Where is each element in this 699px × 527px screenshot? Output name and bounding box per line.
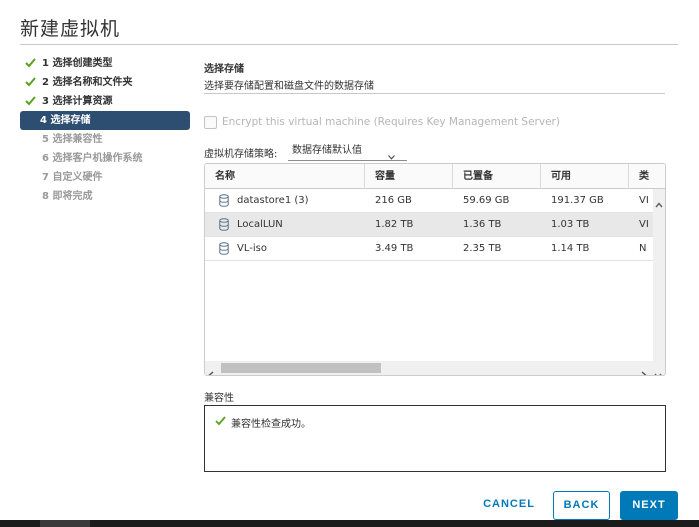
next-button[interactable]: NEXT	[620, 491, 678, 520]
cell-provisioned: 59.69 GB	[463, 195, 510, 206]
checkmark-icon	[25, 73, 37, 92]
scrollbar-thumb[interactable]	[221, 363, 381, 373]
checkmark-icon	[215, 416, 231, 429]
dialog-title: 新建虚拟机	[20, 18, 121, 40]
chevron-up-icon[interactable]	[655, 193, 663, 212]
cell-capacity: 1.82 TB	[375, 219, 414, 230]
horizontal-scrollbar[interactable]	[205, 361, 665, 375]
step-label: 5 选择兼容性	[42, 134, 103, 145]
cell-capacity: 216 GB	[375, 195, 412, 206]
step-ready-to-complete: 8 即将完成	[20, 187, 190, 206]
section-heading: 选择存储	[204, 64, 244, 75]
cell-provisioned: 1.36 TB	[463, 219, 502, 230]
column-header-name[interactable]: 名称	[205, 164, 365, 189]
title-divider	[20, 44, 678, 45]
cell-provisioned: 2.35 TB	[463, 243, 502, 254]
column-header-capacity[interactable]: 容量	[365, 164, 453, 189]
step-select-compatibility: 5 选择兼容性	[20, 130, 190, 149]
step-customize-hardware: 7 自定义硬件	[20, 168, 190, 187]
compatibility-message-text: 兼容性检查成功。	[231, 419, 311, 430]
column-header-type[interactable]: 类	[629, 164, 665, 189]
step-label: 1 选择创建类型	[42, 58, 113, 69]
encrypt-label: Encrypt this virtual machine (Requires K…	[222, 116, 560, 128]
step-select-name-folder[interactable]: 2 选择名称和文件夹	[20, 73, 190, 92]
section-divider	[204, 93, 665, 94]
compatibility-box: 兼容性检查成功。	[204, 405, 666, 472]
cell-type: N	[639, 243, 647, 254]
step-select-compute-resource[interactable]: 3 选择计算资源	[20, 92, 190, 111]
step-select-storage[interactable]: 4 选择存储	[20, 111, 190, 130]
table-row[interactable]: VL-iso 3.49 TB 2.35 TB 1.14 TB N	[205, 237, 653, 261]
cell-capacity: 3.49 TB	[375, 243, 414, 254]
wizard-steps: 1 选择创建类型 2 选择名称和文件夹 3 选择计算资源 4 选择存储 5 选择…	[20, 54, 190, 206]
encrypt-checkbox[interactable]	[204, 115, 217, 129]
checkmark-icon	[25, 92, 37, 111]
grid-header: 名称 容量 已置备 可用 类	[205, 164, 665, 189]
step-label: 7 自定义硬件	[42, 172, 103, 183]
step-label: 8 即将完成	[42, 191, 93, 202]
step-label: 6 选择客户机操作系统	[42, 153, 143, 164]
encrypt-option: Encrypt this virtual machine (Requires K…	[204, 115, 560, 129]
step-label: 2 选择名称和文件夹	[42, 77, 133, 88]
storage-policy-label: 虚拟机存储策略:	[204, 149, 278, 160]
section-description: 选择要存储配置和磁盘文件的数据存储	[204, 81, 374, 92]
checkmark-icon	[25, 54, 37, 73]
chevron-left-icon[interactable]	[208, 364, 214, 375]
back-button[interactable]: BACK	[553, 491, 610, 520]
storage-policy-value: 数据存储默认值	[292, 145, 362, 156]
cell-name: VL-iso	[237, 243, 267, 254]
table-row[interactable]: LocalLUN 1.82 TB 1.36 TB 1.03 TB VI	[205, 213, 653, 237]
column-header-free[interactable]: 可用	[541, 164, 629, 189]
table-row[interactable]: datastore1 (3) 216 GB 59.69 GB 191.37 GB…	[205, 189, 653, 213]
cancel-button[interactable]: CANCEL	[476, 491, 542, 520]
compatibility-message: 兼容性检查成功。	[215, 415, 311, 430]
step-label: 3 选择计算资源	[42, 96, 113, 107]
taskbar-item[interactable]	[40, 520, 90, 527]
datastore-grid: 名称 容量 已置备 可用 类 datastore1 (3) 216 GB 59.…	[204, 163, 666, 376]
taskbar	[0, 520, 699, 527]
chevron-down-icon[interactable]	[654, 364, 662, 375]
step-select-creation-type[interactable]: 1 选择创建类型	[20, 54, 190, 73]
step-label: 4 选择存储	[40, 115, 91, 126]
storage-policy-select[interactable]: 数据存储默认值	[288, 141, 407, 161]
compatibility-label: 兼容性	[204, 393, 234, 404]
cell-type: VI	[639, 195, 649, 206]
cell-free: 191.37 GB	[551, 195, 604, 206]
vertical-scrollbar[interactable]	[653, 189, 665, 361]
cell-free: 1.14 TB	[551, 243, 590, 254]
new-vm-dialog: 新建虚拟机 1 选择创建类型 2 选择名称和文件夹 3 选择计算资源 4 选择存…	[0, 0, 699, 520]
cell-free: 1.03 TB	[551, 219, 590, 230]
chevron-right-icon[interactable]	[641, 364, 647, 375]
step-select-guest-os: 6 选择客户机操作系统	[20, 149, 190, 168]
cell-name: LocalLUN	[237, 219, 283, 230]
column-header-provisioned[interactable]: 已置备	[453, 164, 541, 189]
cell-type: VI	[639, 219, 649, 230]
cell-name: datastore1 (3)	[237, 195, 309, 206]
